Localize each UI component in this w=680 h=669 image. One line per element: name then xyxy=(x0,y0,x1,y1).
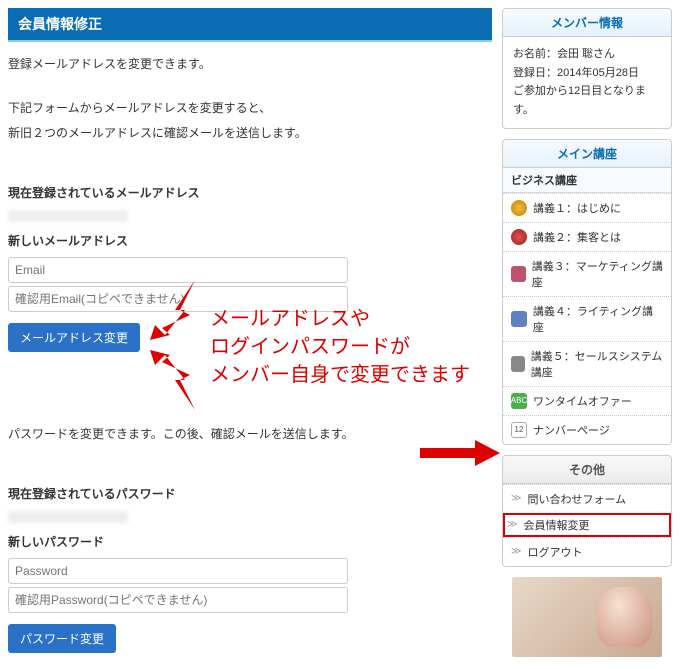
other-label: 問い合わせフォーム xyxy=(527,491,626,507)
number-icon: 12 xyxy=(511,422,527,438)
other-label: ログアウト xyxy=(527,544,582,560)
other-title: その他 xyxy=(503,456,671,484)
other-item-logout[interactable]: ≫ ログアウト xyxy=(503,537,671,566)
other-item-contact[interactable]: ≫ 問い合わせフォーム xyxy=(503,484,671,513)
course-label: 講義１：はじめに xyxy=(533,200,621,216)
course-item-6[interactable]: ABC ワンタイムオファー xyxy=(503,386,671,415)
password-desc: パスワードを変更できます。この後、確認メールを送信します。 xyxy=(8,424,492,446)
current-email-label: 現在登録されているメールアドレス xyxy=(8,183,492,205)
abc-icon: ABC xyxy=(511,393,527,409)
member-name: お名前：会田 聡さん xyxy=(513,45,661,64)
other-panel: その他 ≫ 問い合わせフォーム ≫ 会員情報変更 ≫ ログアウト xyxy=(502,455,672,567)
member-days: ご参加から12日目となります。 xyxy=(513,82,661,119)
slide-icon xyxy=(511,356,525,372)
course-item-3[interactable]: 講義３：マーケティング講座 xyxy=(503,251,671,296)
member-info-title: メンバー情報 xyxy=(503,9,671,37)
other-item-member-edit[interactable]: ≫ 会員情報変更 xyxy=(503,513,671,537)
course-label: 講義２：集客とは xyxy=(533,229,621,245)
sidebar: メンバー情報 お名前：会田 聡さん 登録日：2014年05月28日 ご参加から1… xyxy=(502,8,672,661)
chevron-icon: ≫ xyxy=(511,493,521,504)
password-input[interactable] xyxy=(8,558,348,584)
course-item-2[interactable]: 講義２：集客とは xyxy=(503,222,671,251)
chevron-icon: ≫ xyxy=(511,546,521,557)
email-desc-1: 登録メールアドレスを変更できます。 xyxy=(8,54,492,76)
course-item-7[interactable]: 12 ナンバーページ xyxy=(503,415,671,444)
course-label: ワンタイムオファー xyxy=(533,393,632,409)
email-desc-2: 下記フォームからメールアドレスを変更すると、 xyxy=(8,98,492,120)
course-label: 講義４：ライティング講座 xyxy=(533,303,663,335)
course-item-5[interactable]: 講義５：セールスシステム講座 xyxy=(503,341,671,386)
course-item-1[interactable]: 講義１：はじめに xyxy=(503,193,671,222)
current-password-value xyxy=(8,511,128,523)
doc-icon xyxy=(511,311,527,327)
email-input[interactable] xyxy=(8,257,348,283)
course-label: ナンバーページ xyxy=(533,422,610,438)
main-course-sub: ビジネス講座 xyxy=(503,168,671,193)
email-confirm-input[interactable] xyxy=(8,286,348,312)
current-password-label: 現在登録されているパスワード xyxy=(8,484,492,506)
member-info-panel: メンバー情報 お名前：会田 聡さん 登録日：2014年05月28日 ご参加から1… xyxy=(502,8,672,129)
page-title: 会員情報修正 xyxy=(8,8,492,42)
current-email-value xyxy=(8,210,128,222)
course-label: 講義３：マーケティング講座 xyxy=(532,258,663,290)
main-course-panel: メイン講座 ビジネス講座 講義１：はじめに 講義２：集客とは 講義３：マーケティ… xyxy=(502,139,672,445)
course-label: 講義５：セールスシステム講座 xyxy=(531,348,663,380)
main-course-title: メイン講座 xyxy=(503,140,671,168)
password-submit-button[interactable]: パスワード変更 xyxy=(8,624,116,653)
new-email-label: 新しいメールアドレス xyxy=(8,231,492,253)
ribbon-icon xyxy=(511,229,527,245)
book-icon xyxy=(511,266,526,282)
course-item-4[interactable]: 講義４：ライティング講座 xyxy=(503,296,671,341)
ribbon-icon xyxy=(511,200,527,216)
chevron-icon: ≫ xyxy=(507,519,517,530)
email-desc-3: 新旧２つのメールアドレスに確認メールを送信します。 xyxy=(8,123,492,145)
main-content: 会員情報修正 登録メールアドレスを変更できます。 下記フォームからメールアドレス… xyxy=(8,8,492,661)
email-submit-button[interactable]: メールアドレス変更 xyxy=(8,323,140,352)
other-label: 会員情報変更 xyxy=(523,517,589,533)
member-date: 登録日：2014年05月28日 xyxy=(513,64,661,83)
new-password-label: 新しいパスワード xyxy=(8,532,492,554)
sidebar-image xyxy=(512,577,662,657)
password-confirm-input[interactable] xyxy=(8,587,348,613)
